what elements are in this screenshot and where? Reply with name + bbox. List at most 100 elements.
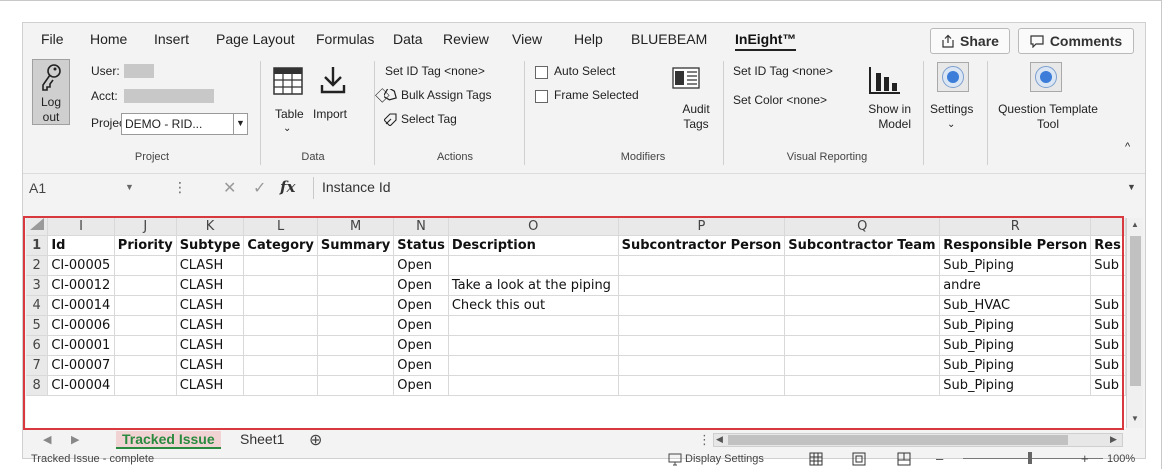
cell[interactable]: CI-00006: [47, 315, 115, 336]
header-cell[interactable]: Subcontractor Person: [618, 235, 786, 256]
header-cell[interactable]: Id: [47, 235, 115, 256]
cell[interactable]: [448, 375, 619, 396]
select-all-corner[interactable]: [26, 218, 49, 236]
cell[interactable]: [317, 255, 395, 276]
bar-chart-icon[interactable]: [868, 65, 902, 95]
cell[interactable]: Sub: [1090, 335, 1126, 356]
zoom-slider-knob[interactable]: [1028, 452, 1032, 464]
cell[interactable]: [618, 275, 786, 296]
show-in-model-label[interactable]: Show in Model: [861, 102, 911, 132]
cell[interactable]: [243, 315, 318, 336]
table-label[interactable]: Table: [275, 107, 304, 121]
header-cell[interactable]: Subcontractor Team: [784, 235, 941, 256]
frame-selected-checkbox[interactable]: [535, 90, 548, 103]
column-header[interactable]: R: [939, 218, 1092, 236]
column-header[interactable]: Q: [784, 218, 941, 236]
cell[interactable]: CI-00012: [47, 275, 115, 296]
header-cell[interactable]: Responsible Person: [939, 235, 1092, 256]
cell[interactable]: [784, 375, 941, 396]
cell[interactable]: [784, 255, 941, 276]
cell[interactable]: [317, 355, 395, 376]
tab-ineight[interactable]: InEight™: [735, 31, 797, 51]
tab-insert[interactable]: Insert: [154, 31, 189, 47]
name-box[interactable]: A1: [27, 177, 167, 199]
tab-file[interactable]: File: [41, 31, 64, 47]
row-header[interactable]: 5: [26, 315, 49, 336]
cell[interactable]: Take a look at the piping: [448, 275, 619, 296]
cell[interactable]: [317, 315, 395, 336]
cell[interactable]: [114, 275, 177, 296]
cell[interactable]: [317, 295, 395, 316]
tab-bluebeam[interactable]: BLUEBEAM: [631, 31, 707, 47]
cell[interactable]: Open: [393, 315, 449, 336]
row-header[interactable]: 2: [26, 255, 49, 276]
comments-button[interactable]: Comments: [1018, 28, 1134, 54]
header-cell[interactable]: Subtype: [176, 235, 245, 256]
cell[interactable]: CLASH: [176, 355, 245, 376]
expand-formula-icon[interactable]: ▼: [1127, 182, 1136, 192]
audit-tags-label[interactable]: Audit Tags: [681, 102, 711, 132]
row-header[interactable]: 3: [26, 275, 49, 296]
tab-page-layout[interactable]: Page Layout: [216, 31, 295, 47]
sheet-tab-tracked-issue[interactable]: Tracked Issue: [116, 431, 221, 449]
cell[interactable]: CLASH: [176, 375, 245, 396]
cell[interactable]: Open: [393, 275, 449, 296]
zoom-out-icon[interactable]: –: [936, 451, 943, 466]
cell[interactable]: Sub_Piping: [939, 255, 1092, 276]
cell[interactable]: Sub_HVAC: [939, 295, 1092, 316]
header-cell[interactable]: Description: [448, 235, 619, 256]
column-header[interactable]: I: [47, 218, 115, 236]
row-header[interactable]: 6: [26, 335, 49, 356]
add-sheet-icon[interactable]: ⊕: [309, 430, 322, 450]
prev-sheet-icon[interactable]: ◀: [43, 433, 51, 446]
cell[interactable]: [114, 255, 177, 276]
cell[interactable]: [243, 255, 318, 276]
cell[interactable]: [784, 315, 941, 336]
column-header[interactable]: L: [243, 218, 318, 236]
more-options-icon[interactable]: ⋮: [173, 179, 187, 196]
chevron-down-icon[interactable]: ⌄: [283, 123, 291, 134]
cell[interactable]: [243, 275, 318, 296]
import-label[interactable]: Import: [313, 107, 347, 121]
zoom-level[interactable]: 100%: [1107, 453, 1135, 465]
cell[interactable]: CI-00014: [47, 295, 115, 316]
auto-select-checkbox[interactable]: [535, 66, 548, 79]
header-cell[interactable]: Res: [1090, 235, 1126, 256]
cell[interactable]: [784, 355, 941, 376]
cell[interactable]: [618, 315, 786, 336]
cell[interactable]: Sub_Piping: [939, 355, 1092, 376]
horizontal-scrollbar[interactable]: ◀ ▶: [713, 433, 1123, 447]
cell[interactable]: [243, 375, 318, 396]
tab-splitter-icon[interactable]: ⋮: [698, 432, 711, 448]
select-tag-button[interactable]: Select Tag: [401, 112, 457, 126]
column-header[interactable]: P: [618, 218, 786, 236]
cell[interactable]: Sub: [1090, 315, 1126, 336]
cell[interactable]: andre: [939, 275, 1092, 296]
cell[interactable]: CLASH: [176, 255, 245, 276]
cell[interactable]: Check this out: [448, 295, 619, 316]
import-icon[interactable]: [319, 65, 347, 95]
display-settings-button[interactable]: Display Settings: [685, 453, 764, 465]
share-button[interactable]: Share: [930, 28, 1010, 54]
bulk-assign-tags-button[interactable]: Bulk Assign Tags: [401, 88, 492, 102]
cell[interactable]: Sub: [1090, 355, 1126, 376]
column-header[interactable]: N: [393, 218, 449, 236]
column-header[interactable]: M: [317, 218, 395, 236]
row-header[interactable]: 8: [26, 375, 49, 396]
tab-data[interactable]: Data: [393, 31, 423, 47]
cell[interactable]: CI-00005: [47, 255, 115, 276]
zoom-in-icon[interactable]: +: [1081, 451, 1089, 466]
cell[interactable]: Sub_Piping: [939, 335, 1092, 356]
scroll-thumb[interactable]: [1130, 236, 1141, 386]
header-cell[interactable]: Status: [393, 235, 449, 256]
column-header[interactable]: [1090, 218, 1126, 236]
cell[interactable]: [448, 355, 619, 376]
cell[interactable]: CLASH: [176, 315, 245, 336]
cell[interactable]: CLASH: [176, 295, 245, 316]
question-template-button[interactable]: [1030, 62, 1062, 92]
chevron-down-icon[interactable]: ▼: [125, 182, 134, 192]
tab-help[interactable]: Help: [574, 31, 603, 47]
cell[interactable]: [114, 375, 177, 396]
cell[interactable]: [317, 375, 395, 396]
cell[interactable]: Open: [393, 335, 449, 356]
